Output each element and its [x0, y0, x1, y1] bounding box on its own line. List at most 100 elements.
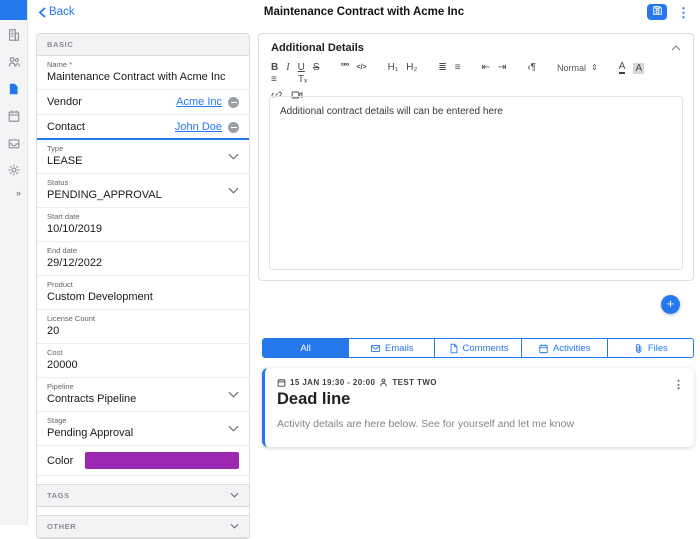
tab-label: Comments: [462, 342, 509, 354]
section-basic[interactable]: BASIC: [37, 34, 249, 56]
field-contact-link[interactable]: John Doe: [175, 121, 222, 133]
top-bar: Back Maintenance Contract with Acme Inc …: [28, 0, 700, 24]
strike-icon[interactable]: S: [313, 62, 320, 74]
italic-icon[interactable]: I: [286, 62, 289, 74]
field-stage[interactable]: Stage Pending Approval: [37, 412, 249, 446]
remove-contact-button[interactable]: [228, 121, 239, 133]
field-product-label: Product: [47, 280, 73, 289]
companies-icon: [7, 28, 21, 47]
sidebar-item-documents[interactable]: [6, 83, 22, 99]
inbox-icon: [7, 136, 21, 155]
sidebar-item-companies[interactable]: [6, 28, 22, 47]
chevron-down-icon: [228, 425, 239, 432]
details-editor[interactable]: Additional contract details will can be …: [269, 96, 683, 270]
field-name-value: Maintenance Contract with Acme Inc: [47, 71, 226, 83]
field-contact-label: Contact: [47, 121, 85, 133]
code-icon[interactable]: </>: [356, 62, 366, 74]
field-pipeline-value: Contracts Pipeline: [47, 393, 137, 405]
sidebar-item-inbox[interactable]: [6, 137, 22, 153]
header-actions: ⋮: [647, 4, 690, 20]
field-stage-label: Stage: [47, 416, 67, 425]
sidebar-item-calendar[interactable]: [6, 110, 22, 126]
activity-body: Activity details are here below. See for…: [277, 418, 575, 430]
align-icon[interactable]: ≡: [271, 74, 277, 86]
field-license-count-value: 20: [47, 325, 60, 337]
field-cost[interactable]: Cost 20000: [37, 344, 249, 378]
field-end-date[interactable]: End date 29/12/2022: [37, 242, 249, 276]
field-vendor-link[interactable]: Acme Inc: [176, 96, 222, 108]
section-other[interactable]: OTHER: [37, 515, 249, 538]
toolbar-group: Tₓ: [298, 74, 315, 86]
toolbar-group: BIUS: [271, 62, 327, 74]
sidebar-item-contacts[interactable]: [6, 56, 22, 72]
stepper-icon: ⇕: [591, 63, 598, 72]
collapse-section-button[interactable]: [671, 45, 681, 51]
comment-icon: [448, 343, 459, 354]
text-direction-icon[interactable]: ‹¶: [527, 62, 536, 74]
field-status-label: Status: [47, 178, 69, 187]
main-panel: Additional Details B I U S”” </> H₁ H₂ ≣ ≡ ⇤ ⇥ ‹¶ No…: [258, 33, 694, 525]
back-button[interactable]: Back: [38, 6, 75, 18]
back-label: Back: [49, 6, 75, 18]
remove-vendor-button[interactable]: [228, 96, 239, 108]
sidebar-expand-button[interactable]: »: [0, 180, 27, 198]
field-type-label: Type: [47, 144, 64, 153]
field-status[interactable]: Status PENDING_APPROVAL: [37, 174, 249, 208]
ordered-list-icon[interactable]: ≣: [438, 62, 446, 74]
tab-comments[interactable]: Comments: [435, 339, 522, 357]
highlight-color-icon[interactable]: A: [633, 62, 645, 74]
activity-card: 15 JAN 19:30 - 20:00 TEST TWO ⋮ Dead lin…: [262, 368, 694, 447]
toolbar-group: Normal ⇕: [557, 62, 606, 74]
clear-format-icon[interactable]: Tₓ: [298, 74, 307, 86]
text-color-icon[interactable]: A: [618, 62, 626, 74]
field-product-value: Custom Development: [47, 291, 153, 303]
bold-icon[interactable]: B: [271, 62, 278, 74]
section-gap: [37, 476, 249, 484]
more-options-button[interactable]: ⋮: [677, 6, 690, 19]
documents-icon: [7, 82, 20, 101]
activity-datetime: 15 JAN 19:30 - 20:00: [290, 378, 376, 387]
activity-meta: 15 JAN 19:30 - 20:00 TEST TWO: [277, 378, 682, 387]
tab-files[interactable]: Files: [608, 339, 693, 357]
sidebar-item-settings[interactable]: [6, 164, 22, 180]
color-swatch[interactable]: [85, 452, 239, 469]
field-vendor-label: Vendor: [47, 96, 82, 108]
underline-icon[interactable]: U: [298, 62, 305, 74]
email-icon: [370, 343, 381, 354]
field-vendor: Vendor Acme Inc: [37, 90, 249, 115]
field-type[interactable]: Type LEASE: [37, 140, 249, 174]
toolbar-group: AA: [618, 62, 652, 74]
add-activity-button[interactable]: +: [661, 295, 680, 314]
field-pipeline[interactable]: Pipeline Contracts Pipeline: [37, 378, 249, 412]
section-tags[interactable]: TAGS: [37, 484, 249, 507]
field-stage-value: Pending Approval: [47, 427, 134, 439]
heading1-icon[interactable]: H₁: [388, 62, 399, 74]
toolbar-group: ”” </>: [340, 62, 374, 74]
tab-emails[interactable]: Emails: [349, 339, 436, 357]
field-name[interactable]: Name * Maintenance Contract with Acme Inc: [37, 56, 249, 90]
indent-icon[interactable]: ⇥: [498, 62, 506, 74]
field-start-date[interactable]: Start date 10/10/2019: [37, 208, 249, 242]
activity-title: Dead line: [277, 390, 351, 408]
field-cost-label: Cost: [47, 348, 63, 357]
tab-all[interactable]: All: [263, 339, 350, 357]
blockquote-icon[interactable]: ””: [340, 62, 349, 74]
toolbar-group: H₁ H₂: [388, 62, 426, 74]
field-color-label: Color: [47, 454, 74, 467]
field-type-value: LEASE: [47, 155, 83, 167]
icon-sidebar: »: [0, 0, 28, 525]
contacts-icon: [7, 55, 21, 74]
person-icon: [379, 378, 388, 387]
calendar-icon: [7, 109, 21, 128]
activity-menu-button[interactable]: ⋮: [673, 378, 684, 391]
field-license-count[interactable]: License Count 20: [37, 310, 249, 344]
field-end-date-value: 29/12/2022: [47, 257, 103, 269]
field-product[interactable]: Product Custom Development: [37, 276, 249, 310]
format-select[interactable]: Normal ⇕: [557, 62, 598, 74]
tab-activities[interactable]: Activities: [522, 339, 608, 357]
outdent-icon[interactable]: ⇤: [482, 62, 490, 74]
heading2-icon[interactable]: H₂: [406, 62, 417, 74]
toolbar-group: ≡: [271, 74, 285, 86]
save-button[interactable]: [647, 4, 667, 20]
bullet-list-icon[interactable]: ≡: [455, 62, 461, 74]
